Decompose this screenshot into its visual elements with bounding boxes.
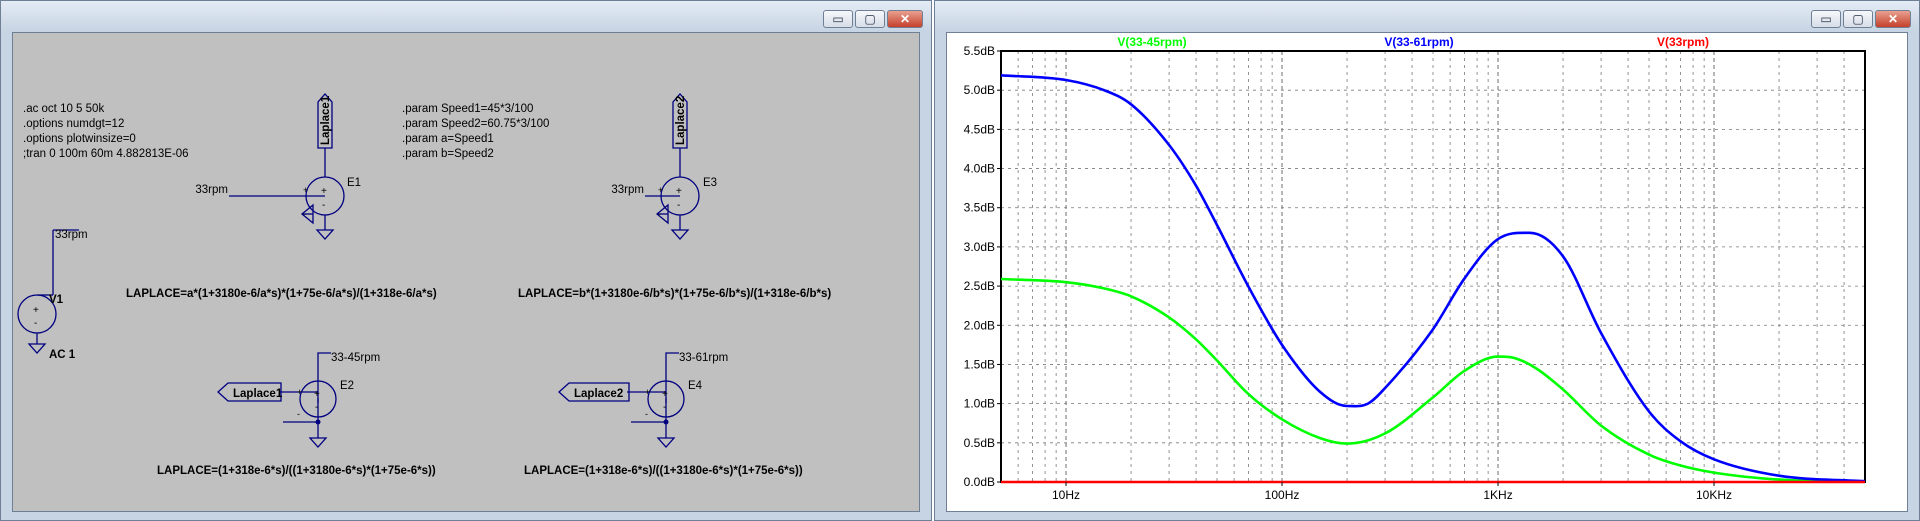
e3-source[interactable]: + - + - E3 (658, 176, 717, 219)
minus-sign: - (663, 402, 666, 413)
e1-source[interactable]: + - + - E1 (303, 176, 361, 219)
net-label[interactable]: 33-61rpm (679, 352, 728, 364)
laplace2-port-label[interactable]: Laplace2 (574, 388, 623, 400)
e2-laplace-expression[interactable]: LAPLACE=(1+318e-6*s)/((1+3180e-6*s)*(1+7… (157, 465, 436, 477)
y-tick-label: 4.5dB (964, 122, 995, 136)
e4-source[interactable]: + - + - E4 (645, 380, 703, 425)
schematic-canvas[interactable]: .ac oct 10 5 50k .options numdgt=12 .opt… (12, 32, 920, 512)
e4-label: E4 (688, 380, 703, 392)
minus-sign: - (315, 402, 318, 413)
e3-laplace-expression[interactable]: LAPLACE=b*(1+3180e-6/b*s)*(1+75e-6/b*s)/… (518, 288, 831, 300)
minus-sign: - (677, 200, 680, 211)
laplace1-port-label[interactable]: Laplace1 (233, 388, 283, 400)
waveform-titlebar[interactable]: ▭ ▢ ✕ (935, 1, 1919, 31)
y-tick-label: 0.5dB (964, 436, 995, 450)
minimize-button[interactable]: ▭ (1811, 10, 1841, 28)
laplace2-port-flag[interactable]: Laplace2 (672, 93, 688, 149)
laplace1-label: Laplace1 (320, 95, 332, 145)
directive-line[interactable]: .options numdgt=12 (23, 118, 124, 130)
ground-symbol (656, 437, 676, 448)
y-tick-label: 1.5dB (964, 357, 995, 371)
schematic-window: ▭ ▢ ✕ .ac oct 10 5 50k .options numdgt=1… (0, 0, 932, 521)
directive-line[interactable]: ;tran 0 100m 60m 4.882813E-06 (23, 148, 189, 160)
y-tick-label: 1.0dB (964, 397, 995, 411)
y-tick-label: 4.0dB (964, 162, 995, 176)
plus-sign: + (662, 389, 668, 400)
y-tick-label: 2.5dB (964, 279, 995, 293)
net-label[interactable]: 33rpm (195, 184, 228, 196)
minus-sign: - (322, 200, 325, 211)
net-label[interactable]: 33rpm (611, 184, 644, 196)
ground-symbol (27, 343, 47, 354)
trace-legend[interactable]: V(33-45rpm) V(33-61rpm) V(33rpm) (1117, 35, 1709, 49)
schematic-drawing[interactable]: .ac oct 10 5 50k .options numdgt=12 .opt… (13, 33, 921, 513)
waveform-viewer[interactable]: 0.0dB 0.5dB 1.0dB 1.5dB 2.0dB 2.5dB 3.0dB 3.5dB… (946, 32, 1908, 512)
minus-sign: - (297, 409, 300, 419)
bode-plot[interactable]: 0.0dB 0.5dB 1.0dB 1.5dB 2.0dB 2.5dB 3.0dB 3.5dB… (947, 33, 1909, 513)
param-line[interactable]: .param a=Speed1 (402, 133, 494, 145)
close-button[interactable]: ✕ (1875, 10, 1911, 28)
ground-symbol (308, 437, 328, 448)
net-label[interactable]: 33-45rpm (331, 352, 380, 364)
net-label[interactable]: 33rpm (55, 229, 88, 241)
ground-symbol (670, 229, 690, 240)
legend-entry[interactable]: V(33-45rpm) (1117, 35, 1186, 49)
waveform-window: ▭ ▢ ✕ 0.0dB 0.5dB 1.0dB 1.5dB 2.0dB 2.5dB 3.0d… (934, 0, 1920, 521)
legend-entry[interactable]: V(33-61rpm) (1384, 35, 1453, 49)
laplace2-label: Laplace2 (675, 96, 687, 145)
close-button[interactable]: ✕ (887, 10, 923, 28)
laplace1-port-flag[interactable]: Laplace1 (317, 93, 333, 149)
ground-symbol (315, 229, 335, 240)
minus-sign: - (34, 318, 37, 329)
x-tick-label: 1KHz (1483, 488, 1512, 502)
minimize-button[interactable]: ▭ (823, 10, 853, 28)
x-tick-label: 10Hz (1052, 488, 1080, 502)
plus-sign: + (658, 185, 663, 195)
schematic-titlebar[interactable]: ▭ ▢ ✕ (1, 1, 931, 31)
plus-sign: + (297, 387, 302, 397)
directive-line[interactable]: .ac oct 10 5 50k (23, 103, 104, 115)
y-tick-label: 3.5dB (964, 201, 995, 215)
minus-sign: - (645, 409, 648, 419)
maximize-button[interactable]: ▢ (1843, 10, 1873, 28)
e3-label: E3 (703, 177, 717, 189)
e2-source[interactable]: + - + - E2 (297, 380, 354, 425)
plus-sign: + (321, 186, 327, 197)
v1-label: V1 (49, 294, 64, 306)
maximize-button[interactable]: ▢ (855, 10, 885, 28)
y-tick-label: 5.5dB (964, 44, 995, 58)
e1-laplace-expression[interactable]: LAPLACE=a*(1+3180e-6/a*s)*(1+75e-6/a*s)/… (126, 288, 437, 300)
e4-laplace-expression[interactable]: LAPLACE=(1+318e-6*s)/((1+3180e-6*s)*(1+7… (524, 465, 803, 477)
plus-sign: + (676, 186, 682, 197)
param-line[interactable]: .param b=Speed2 (402, 148, 494, 160)
v1-source[interactable]: + - V1 AC 1 (17, 294, 76, 361)
y-tick-label: 0.0dB (964, 475, 995, 489)
directive-line[interactable]: .options plotwinsize=0 (23, 133, 136, 145)
e2-label: E2 (340, 380, 354, 392)
plus-sign: + (33, 305, 39, 316)
plus-sign: + (303, 185, 308, 195)
x-tick-label: 10KHz (1696, 488, 1732, 502)
y-tick-label: 2.0dB (964, 318, 995, 332)
param-line[interactable]: .param Speed1=45*3/100 (402, 103, 533, 115)
e1-label: E1 (347, 177, 361, 189)
plus-sign: + (645, 387, 650, 397)
plot-grid (1001, 51, 1865, 482)
legend-entry[interactable]: V(33rpm) (1657, 35, 1709, 49)
param-line[interactable]: .param Speed2=60.75*3/100 (402, 118, 549, 130)
axis-labels: 0.0dB 0.5dB 1.0dB 1.5dB 2.0dB 2.5dB 3.0dB 3.5dB… (964, 44, 1732, 502)
plus-sign: + (314, 389, 320, 400)
v1-value: AC 1 (49, 349, 76, 361)
y-tick-label: 3.0dB (964, 240, 995, 254)
x-tick-label: 100Hz (1265, 488, 1300, 502)
y-tick-label: 5.0dB (964, 83, 995, 97)
